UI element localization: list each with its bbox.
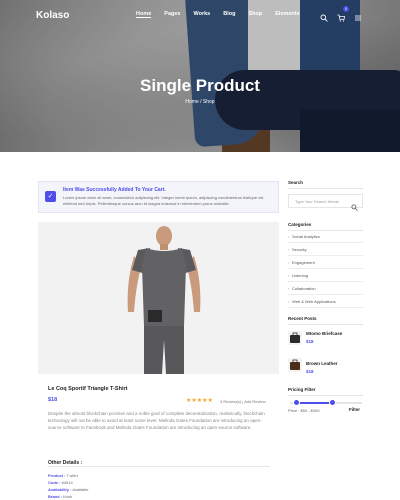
search-icon[interactable] — [320, 9, 328, 22]
recent-posts-title: Recent Posts — [288, 316, 317, 321]
search-input[interactable]: Type Your Search Words — [288, 194, 363, 211]
category-item[interactable]: › Security — [288, 243, 363, 256]
product-image[interactable] — [38, 222, 279, 374]
product-description: Despite the almost blockchain promise an… — [48, 411, 265, 430]
menu-item-pages[interactable]: Pages — [164, 11, 180, 18]
briefcase-icon — [290, 332, 300, 343]
alert-title: Item Was Successfully Added To Your Cart… — [63, 187, 166, 193]
menu-item-home[interactable]: Home — [136, 11, 152, 18]
detail-value: #4014 — [61, 480, 73, 485]
check-icon: ✓ — [45, 191, 56, 202]
chevron-right-icon: › — [288, 260, 290, 265]
search-icon[interactable] — [351, 198, 358, 211]
chevron-right-icon: › — [288, 299, 290, 304]
product-name: Le Coq Sportif Triangle T-Shirt — [48, 386, 128, 392]
recent-posts-rule — [288, 324, 363, 325]
category-label: Security — [292, 247, 307, 252]
search-widget-title: Search — [288, 180, 304, 185]
chevron-right-icon: › — [288, 286, 290, 291]
search-placeholder: Type Your Search Words — [295, 199, 340, 204]
menu-item-elements[interactable]: Elements — [275, 11, 299, 18]
detail-value: Available — [72, 487, 89, 492]
menu-item-works[interactable]: Works — [194, 11, 211, 18]
top-nav: Kolaso Home Pages Works Blog Shop Elemen… — [0, 0, 400, 30]
pricing-filter-title: Pricing Filter — [288, 387, 316, 392]
menu-item-shop[interactable]: Shop — [248, 11, 262, 18]
category-item[interactable]: › Collaboration — [288, 282, 363, 295]
page-title: Single Product — [140, 76, 260, 95]
recent-post-price: $18 — [306, 369, 314, 374]
reviews-links: 4 Review(s) | Add Review — [220, 399, 266, 404]
menu-icon[interactable] — [354, 9, 362, 21]
category-item[interactable]: › Listening — [288, 269, 363, 282]
category-item[interactable]: › Social Analytics — [288, 230, 363, 243]
breadcrumb-shop[interactable]: Shop — [203, 99, 215, 105]
cart-success-alert: ✓ Item Was Successfully Added To Your Ca… — [38, 181, 279, 213]
chevron-right-icon: › — [288, 273, 290, 278]
category-label: Web & Web Applications — [292, 299, 336, 304]
detail-row: Availability : Available — [48, 486, 88, 493]
breadcrumb-separator: / — [200, 99, 202, 105]
details-divider — [48, 466, 270, 467]
details-list: Product : T-shirt Code : #4014 Availabil… — [48, 472, 88, 500]
category-item[interactable]: › Engagement — [288, 256, 363, 269]
hero-banner: Kolaso Home Pages Works Blog Shop Elemen… — [0, 0, 400, 152]
leather-bag-icon — [290, 359, 300, 370]
recent-post-price: $18 — [306, 339, 314, 344]
chevron-right-icon: › — [288, 234, 290, 239]
pricing-filter-rule — [288, 395, 363, 396]
detail-value: Kook — [63, 494, 73, 499]
recent-post-name[interactable]: Mtomo Briefcase — [306, 331, 342, 336]
chevron-right-icon: › — [288, 247, 290, 252]
detail-row: Brand : Kook — [48, 493, 88, 500]
category-label: Social Analytics — [292, 234, 320, 239]
logo[interactable]: Kolaso — [36, 10, 69, 21]
recent-post-thumbnail[interactable] — [288, 358, 302, 372]
detail-label: Brand : — [48, 494, 62, 499]
cart-icon[interactable]: 0 — [337, 6, 349, 22]
tshirt-model-illustration — [127, 226, 201, 374]
cart-count-badge: 0 — [343, 6, 349, 12]
filter-button[interactable]: Filter — [349, 407, 360, 412]
price-slider-range — [296, 402, 332, 404]
alert-text: Lorem ipsum dolor sit amet, consectetur … — [63, 195, 265, 206]
category-label: Engagement — [292, 260, 315, 265]
breadcrumb: Home / Shop — [0, 99, 400, 105]
category-label: Listening — [292, 273, 309, 278]
breadcrumb-home[interactable]: Home — [185, 99, 198, 105]
category-label: Collaboration — [292, 286, 316, 291]
recent-post-thumbnail[interactable] — [288, 331, 302, 345]
product-price: $18 — [48, 397, 58, 403]
price-range-text: Price : $50 - $300 — [288, 408, 320, 413]
rating-stars: ★★★★★ — [186, 398, 213, 404]
detail-label: Availability : — [48, 487, 72, 492]
add-review-link[interactable]: Add Review — [244, 399, 265, 404]
category-item[interactable]: › Web & Web Applications — [288, 295, 363, 308]
main-menu: Home Pages Works Blog Shop Elements — [136, 11, 300, 18]
detail-label: Product : — [48, 473, 66, 478]
detail-label: Code : — [48, 480, 61, 485]
detail-value: T-shirt — [66, 473, 78, 478]
detail-row: Product : T-shirt — [48, 472, 88, 479]
detail-row: Code : #4014 — [48, 479, 88, 486]
search-rule — [288, 188, 363, 189]
menu-item-blog[interactable]: Blog — [223, 11, 235, 18]
price-slider-max-handle[interactable] — [329, 399, 336, 406]
recent-post-name[interactable]: Brown Leather — [306, 361, 338, 366]
price-slider-min-handle[interactable] — [293, 399, 300, 406]
categories-title: Categories — [288, 222, 312, 227]
nav-icons: 0 — [320, 6, 362, 22]
review-count[interactable]: 4 Review(s) — [220, 399, 241, 404]
